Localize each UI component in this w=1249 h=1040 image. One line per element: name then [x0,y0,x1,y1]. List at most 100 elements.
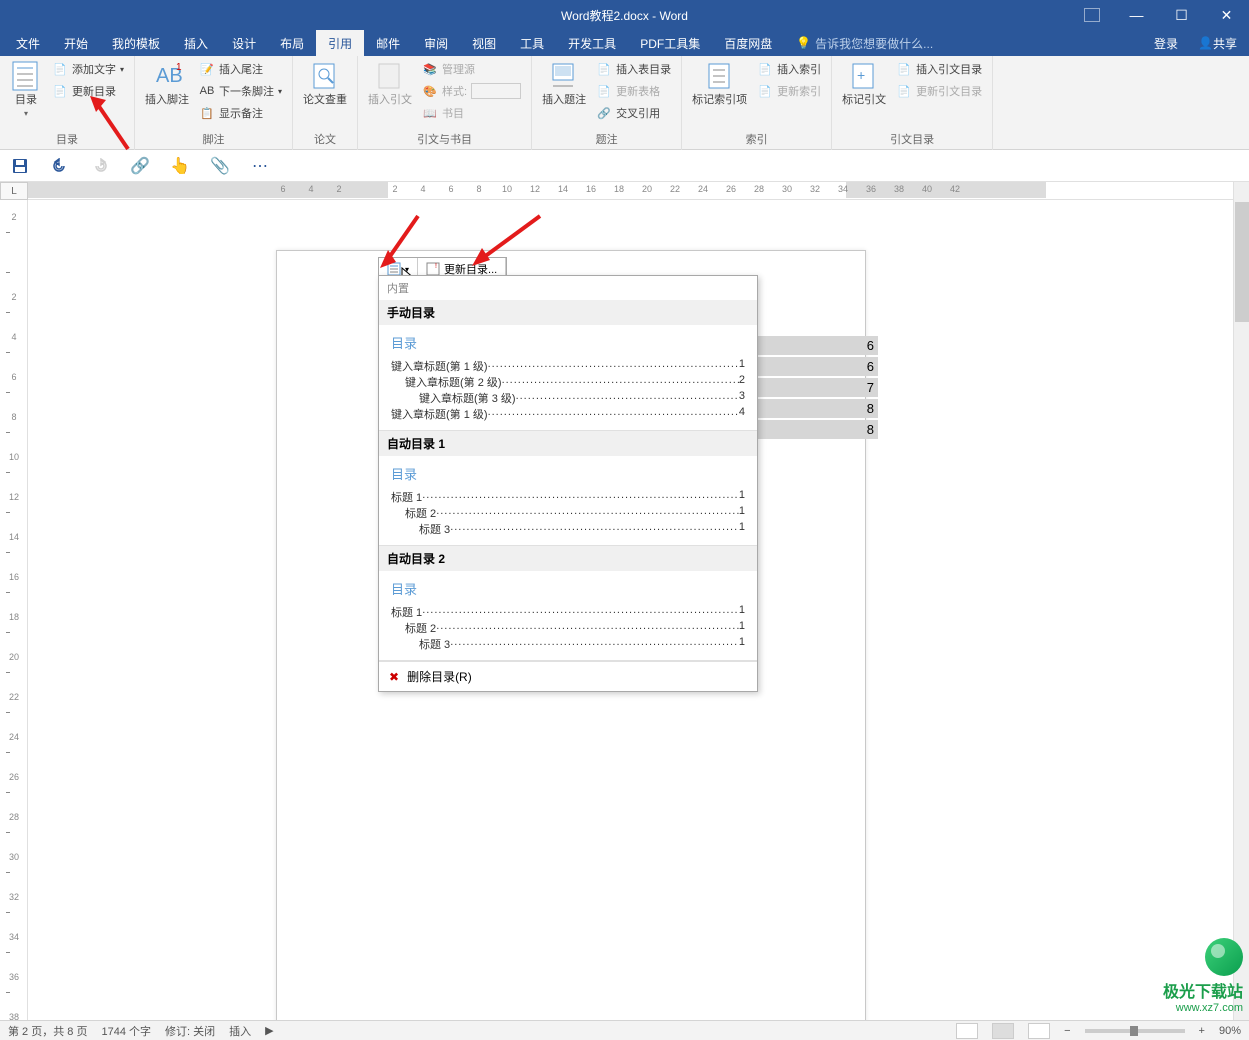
tell-me-search[interactable]: 💡 告诉我您想要做什么... [784,35,945,52]
vertical-scrollbar[interactable] [1233,182,1249,1020]
insert-footnote-button[interactable]: AB1 插入脚注 [141,58,193,109]
ribbon: 目录 ▾ 📄 添加文字 ▾ 📄 更新目录 目录 AB1 [0,56,1249,150]
ruler-tick: 8 [0,412,28,422]
ruler-tick: 18 [609,184,629,194]
manage-sources-button: 📚 管理源 [418,58,525,80]
login-button[interactable]: 登录 [1146,35,1186,52]
zoom-level[interactable]: 90% [1219,1025,1241,1037]
group-thesis: 论文查重 论文 [293,56,358,150]
update-index-button: 📄 更新索引 [753,80,825,102]
svg-text:+: + [857,67,865,83]
tab-design[interactable]: 设计 [220,30,268,56]
ruler-tick: 20 [0,652,28,662]
mark-citation-button[interactable]: + 标记引文 [838,58,890,109]
ruler-corner: L [0,182,28,200]
tab-templates[interactable]: 我的模板 [100,30,172,56]
save-button[interactable] [8,154,32,178]
insert-endnote-button[interactable]: 📝 插入尾注 [195,58,286,80]
toc-icon [10,60,42,92]
close-button[interactable]: ✕ [1204,0,1249,30]
touch-mode-button[interactable]: 👆 [168,154,192,178]
redo-button[interactable] [88,154,112,178]
add-text-button[interactable]: 📄 添加文字 ▾ [48,58,128,80]
share-qat-button[interactable]: 🔗 [128,154,152,178]
index-icon [704,60,736,92]
thesis-icon [309,60,341,92]
ruler-tick: 26 [0,772,28,782]
show-notes-button[interactable]: 📋 显示备注 [195,102,286,124]
zoom-slider[interactable] [1085,1029,1185,1033]
tab-file[interactable]: 文件 [4,30,52,56]
mark-index-entry-button[interactable]: 标记索引项 [688,58,751,109]
print-layout-button[interactable] [992,1023,1014,1039]
insert-index-icon: 📄 [757,61,773,77]
toc-button[interactable]: 目录 ▾ [6,58,46,120]
read-mode-button[interactable] [956,1023,978,1039]
tab-review[interactable]: 审阅 [412,30,460,56]
menubar: 文件 开始 我的模板 插入 设计 布局 引用 邮件 审阅 视图 工具 开发工具 … [0,30,1249,56]
svg-text:!: ! [435,263,437,270]
preview-auto1[interactable]: 目录 标题 1.................................… [379,456,757,546]
horizontal-ruler[interactable]: 6422468101214161820222426283032343638404… [28,182,1233,200]
chevron-down-icon: ▾ [278,87,282,96]
attachment-button[interactable]: 📎 [208,154,232,178]
insert-toa-button[interactable]: 📄 插入引文目录 [892,58,986,80]
group-toc: 目录 ▾ 📄 添加文字 ▾ 📄 更新目录 目录 [0,56,135,150]
restore-down-button[interactable] [1069,0,1114,30]
chevron-down-icon: ▾ [405,265,409,274]
update-toc-button[interactable]: 📄 更新目录 [48,80,128,102]
macro-icon[interactable]: ▶ [265,1024,273,1037]
insert-caption-button[interactable]: 插入题注 [538,58,590,109]
tab-mailings[interactable]: 邮件 [364,30,412,56]
scrollbar-thumb[interactable] [1235,202,1249,322]
undo-button[interactable] [48,154,72,178]
tab-developer[interactable]: 开发工具 [556,30,628,56]
ruler-tick: 28 [749,184,769,194]
tab-pdf[interactable]: PDF工具集 [628,30,712,56]
ruler-tick: 2 [385,184,405,194]
lightbulb-icon: 💡 [796,36,811,50]
tab-baidu[interactable]: 百度网盘 [712,30,784,56]
remove-icon: ✖ [389,670,399,684]
bibliography-icon: 📖 [422,105,438,121]
toc-preview-line: 键入章标题(第 3 级)............................… [391,390,745,406]
tab-home[interactable]: 开始 [52,30,100,56]
share-button[interactable]: 👤 共享 [1190,35,1245,52]
preview-auto2[interactable]: 目录 标题 1.................................… [379,571,757,661]
insert-table-of-figures-button[interactable]: 📄 插入表目录 [592,58,675,80]
cross-reference-button[interactable]: 🔗 交叉引用 [592,102,675,124]
remove-toc-button[interactable]: ✖ 删除目录(R) [379,661,757,691]
insert-index-button[interactable]: 📄 插入索引 [753,58,825,80]
quick-access-toolbar: 🔗 👆 📎 ⋯ [0,150,1249,182]
zoom-in-button[interactable]: + [1199,1025,1205,1037]
tab-insert[interactable]: 插入 [172,30,220,56]
word-count[interactable]: 1744 个字 [101,1023,151,1039]
ruler-tick: 42 [945,184,965,194]
next-footnote-button[interactable]: AB 下一条脚注 ▾ [195,80,286,102]
ruler-tick: 30 [777,184,797,194]
more-qat-button[interactable]: ⋯ [248,154,272,178]
maximize-button[interactable]: ☐ [1159,0,1204,30]
insert-mode[interactable]: 插入 [229,1023,251,1039]
group-label-toc: 目录 [6,130,128,150]
tell-me-placeholder: 告诉我您想要做什么... [815,35,933,52]
minimize-button[interactable]: — [1114,0,1159,30]
update-icon: 📄 [52,83,68,99]
vertical-ruler[interactable]: 22468101214161820222426283032343638 [0,200,28,1020]
preview-manual[interactable]: 目录 键入章标题(第 1 级).........................… [379,325,757,431]
track-changes-status[interactable]: 修订: 关闭 [165,1023,215,1039]
document-area[interactable]: ........................................… [28,200,1233,1020]
group-index: 标记索引项 📄 插入索引 📄 更新索引 索引 [682,56,832,150]
tab-layout[interactable]: 布局 [268,30,316,56]
page-indicator[interactable]: 第 2 页，共 8 页 [8,1023,87,1039]
tab-references[interactable]: 引用 [316,30,364,56]
ruler-tick: 30 [0,852,28,862]
web-layout-button[interactable] [1028,1023,1050,1039]
tab-tools[interactable]: 工具 [508,30,556,56]
group-authorities: + 标记引文 📄 插入引文目录 📄 更新引文目录 引文目录 [832,56,993,150]
insert-citation-button: 插入引文 [364,58,416,109]
tab-view[interactable]: 视图 [460,30,508,56]
thesis-check-button[interactable]: 论文查重 [299,58,351,109]
citation-icon [374,60,406,92]
zoom-out-button[interactable]: − [1064,1025,1070,1037]
